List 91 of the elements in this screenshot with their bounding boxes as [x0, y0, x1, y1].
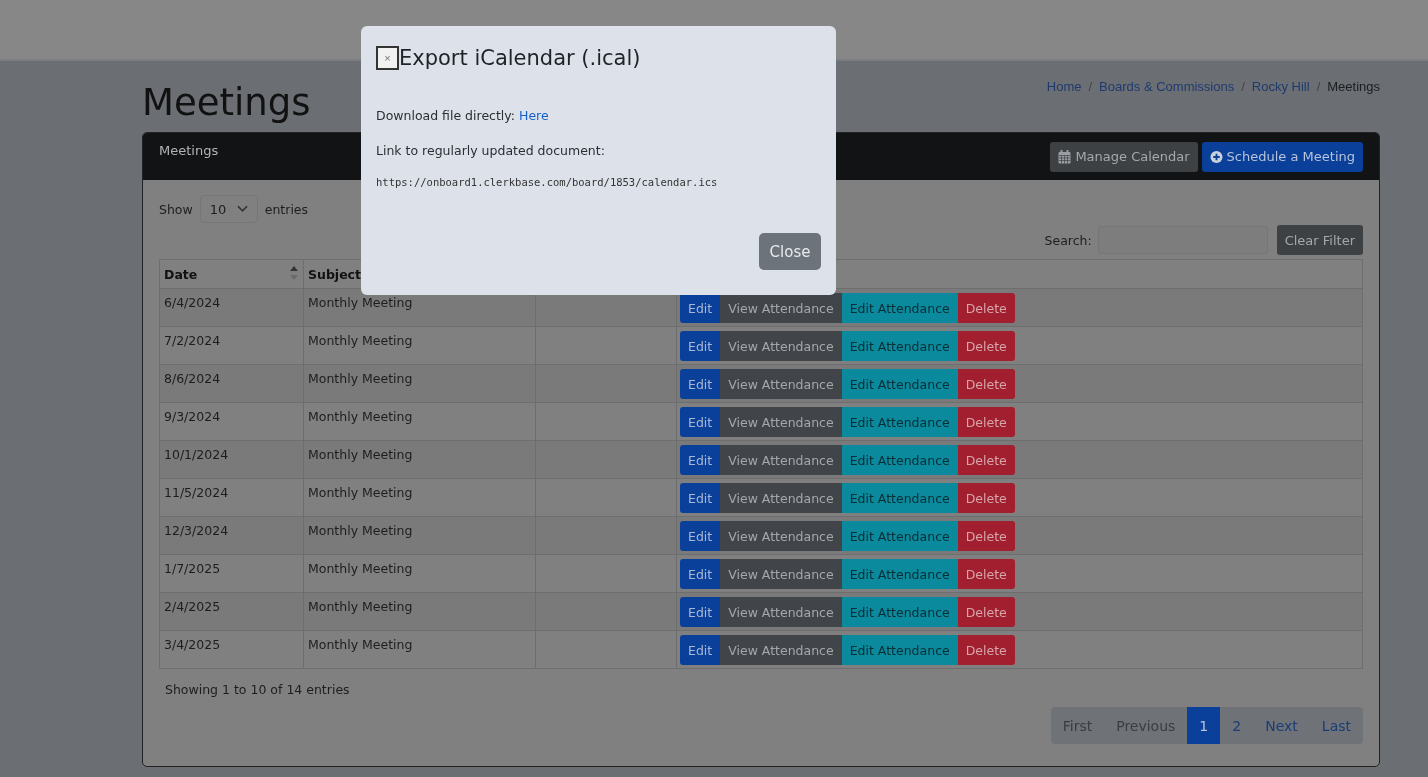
delete-button[interactable]: Delete [957, 635, 1015, 665]
show-label: Show [159, 201, 193, 217]
edit-attendance-button[interactable]: Edit Attendance [841, 445, 958, 475]
page-button[interactable]: 2 [1220, 707, 1254, 744]
breadcrumb-separator: / [1241, 79, 1245, 94]
delete-button[interactable]: Delete [957, 369, 1015, 399]
view-attendance-button[interactable]: View Attendance [720, 369, 842, 399]
card-title: Meetings [159, 143, 219, 158]
view-attendance-button[interactable]: View Attendance [720, 331, 842, 361]
delete-button[interactable]: Delete [957, 407, 1015, 437]
view-attendance-button[interactable]: View Attendance [720, 559, 842, 589]
edit-button[interactable]: Edit [680, 521, 721, 551]
edit-button[interactable]: Edit [680, 369, 721, 399]
delete-button[interactable]: Delete [957, 521, 1015, 551]
download-text: Download file directly: Here [376, 108, 550, 123]
table-cell: 11/5/2024 [159, 478, 304, 517]
view-attendance-button[interactable]: View Attendance [720, 483, 842, 513]
delete-button[interactable]: Delete [957, 293, 1015, 323]
edit-attendance-button[interactable]: Edit Attendance [841, 369, 958, 399]
breadcrumb-separator: / [1316, 79, 1321, 94]
table-cell: Monthly Meeting [303, 440, 536, 479]
view-attendance-button[interactable]: View Attendance [720, 521, 842, 551]
table-cell: Monthly Meeting [303, 630, 536, 669]
edit-attendance-button[interactable]: Edit Attendance [841, 407, 958, 437]
table-cell: 12/3/2024 [159, 516, 304, 555]
schedule-meeting-button[interactable]: Schedule a Meeting [1201, 141, 1363, 172]
table-cell: 1/7/2025 [159, 554, 304, 593]
table-cell: 3/4/2025 [159, 630, 304, 669]
edit-attendance-button[interactable]: Edit Attendance [841, 293, 958, 323]
page-button[interactable]: Last [1309, 707, 1363, 744]
edit-attendance-button[interactable]: Edit Attendance [841, 597, 958, 627]
edit-button[interactable]: Edit [680, 597, 721, 627]
table-cell: Monthly Meeting [303, 326, 536, 365]
edit-button[interactable]: Edit [680, 559, 721, 589]
page-button[interactable]: 1 [1187, 707, 1221, 744]
entries-select[interactable]: 10 [199, 195, 258, 223]
breadcrumb-link[interactable]: Home [1046, 79, 1082, 94]
delete-button[interactable]: Delete [957, 445, 1015, 475]
search-label: Search: [1044, 232, 1092, 248]
manage-calendar-button[interactable]: Manage Calendar [1050, 141, 1198, 172]
breadcrumb-link[interactable]: Rocky Hill [1251, 79, 1310, 94]
table-cell: Monthly Meeting [303, 478, 536, 517]
column-header[interactable]: Date [159, 259, 304, 289]
clear-filter-button[interactable]: Clear Filter [1276, 225, 1363, 255]
page-title: Meetings [142, 81, 311, 124]
view-attendance-button[interactable]: View Attendance [720, 635, 842, 665]
page-button[interactable]: Next [1253, 707, 1310, 744]
download-link[interactable]: Here [519, 108, 549, 123]
table-cell: 9/3/2024 [159, 402, 304, 441]
calendar-icon [1058, 149, 1072, 164]
table-cell: 10/1/2024 [159, 440, 304, 479]
edit-attendance-button[interactable]: Edit Attendance [841, 559, 958, 589]
edit-button[interactable]: Edit [680, 445, 721, 475]
breadcrumb-link[interactable]: Boards & Commissions [1099, 79, 1235, 94]
close-icon[interactable]: × [376, 46, 399, 70]
plus-circle-icon [1209, 149, 1223, 164]
entries-info: Showing 1 to 10 of 14 entries [165, 681, 350, 697]
table-cell: 7/2/2024 [159, 326, 304, 365]
chevron-icon [236, 205, 248, 213]
delete-button[interactable]: Delete [957, 483, 1015, 513]
table-cell: 6/4/2024 [159, 288, 304, 327]
table-cell: Monthly Meeting [303, 402, 536, 441]
edit-attendance-button[interactable]: Edit Attendance [841, 331, 958, 361]
delete-button[interactable]: Delete [957, 559, 1015, 589]
table-cell: Monthly Meeting [303, 516, 536, 555]
entries-label: entries [264, 201, 309, 217]
dialog-title: Export iCalendar (.ical) [399, 46, 641, 70]
calendar-url: https://onboard1.clerkbase.com/board/1853/calendar.ics [376, 176, 719, 188]
edit-attendance-button[interactable]: Edit Attendance [841, 483, 958, 513]
edit-button[interactable]: Edit [680, 331, 721, 361]
delete-button[interactable]: Delete [957, 331, 1015, 361]
view-attendance-button[interactable]: View Attendance [720, 597, 842, 627]
table-cell: Monthly Meeting [303, 592, 536, 631]
table-cell: 8/6/2024 [159, 364, 304, 403]
delete-button[interactable]: Delete [957, 597, 1015, 627]
edit-attendance-button[interactable]: Edit Attendance [841, 635, 958, 665]
table-cell: Monthly Meeting [303, 554, 536, 593]
edit-button[interactable]: Edit [680, 483, 721, 513]
breadcrumb-separator: / [1088, 79, 1093, 94]
edit-attendance-button[interactable]: Edit Attendance [841, 521, 958, 551]
edit-button[interactable]: Edit [680, 293, 721, 323]
view-attendance-button[interactable]: View Attendance [720, 407, 842, 437]
view-attendance-button[interactable]: View Attendance [720, 445, 842, 475]
close-button[interactable]: Close [759, 233, 821, 270]
edit-button[interactable]: Edit [680, 407, 721, 437]
link-label: Link to regularly updated document: [376, 143, 606, 158]
view-attendance-button[interactable]: View Attendance [720, 293, 842, 323]
edit-button[interactable]: Edit [680, 635, 721, 665]
table-cell: Monthly Meeting [303, 364, 536, 403]
breadcrumb-current: Meetings [1327, 79, 1380, 94]
table-cell: 2/4/2025 [159, 592, 304, 631]
